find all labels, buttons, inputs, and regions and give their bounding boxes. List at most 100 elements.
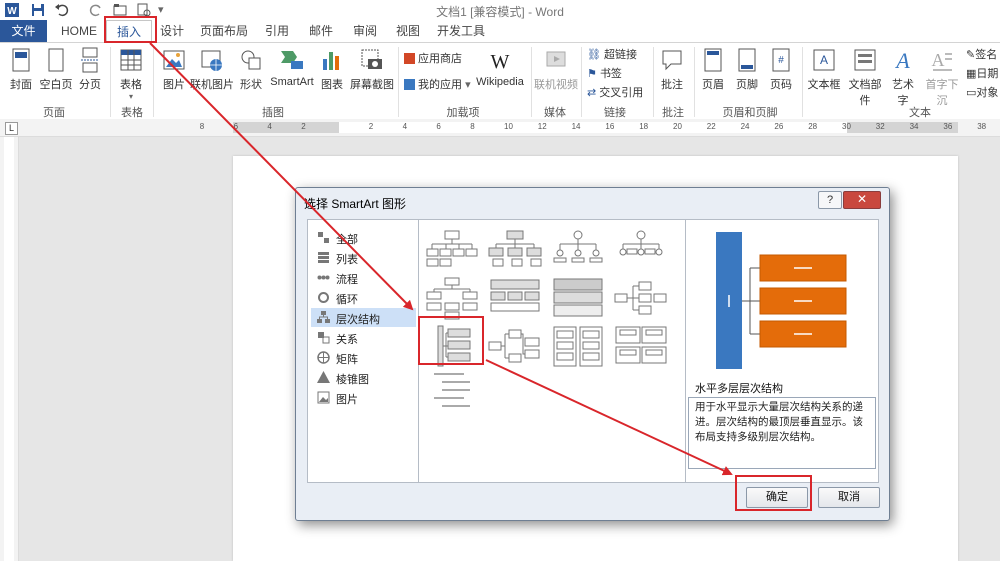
hyperlink-icon: ⛓ [587,49,601,61]
highlight-insert-tab [104,16,157,43]
chart-button[interactable]: 图表 [319,47,345,92]
smartart-button[interactable]: SmartArt [267,47,317,88]
wordart-button[interactable]: A 艺术字 [887,47,919,108]
tab-selector-icon[interactable]: L [5,122,18,135]
footer-button[interactable]: 页脚 [733,47,761,92]
ruler-text-area [339,122,847,133]
ruler-number: 30 [842,122,851,131]
ruler-number: 16 [605,122,615,131]
picture-icon [163,50,185,70]
tab-references[interactable]: 引用 [262,20,292,42]
blank-page-button[interactable]: 空白页 [38,47,74,92]
header-button[interactable]: 页眉 [699,47,727,92]
layout-thumbnail[interactable] [613,276,669,321]
vertical-ruler[interactable] [0,137,19,561]
category-list: 全部 列表 流程 循环 层次结构 关系 矩阵 棱锥图 图片 [307,219,420,483]
layout-thumbnail[interactable] [424,228,480,273]
layout-thumbnail[interactable] [550,324,606,369]
category-cycle[interactable]: 循环 [311,288,416,307]
cancel-button[interactable]: 取消 [818,487,880,508]
svg-text:A: A [894,48,910,73]
page-break-button[interactable]: 分页 [76,47,104,92]
category-matrix[interactable]: 矩阵 [311,348,416,367]
tab-view[interactable]: 视图 [393,20,423,42]
table-button[interactable]: 表格 ▾ [116,47,146,101]
online-video-icon [546,51,566,67]
drop-cap-icon: A [932,50,952,71]
layout-thumbnail[interactable] [550,276,606,321]
tab-mailings[interactable]: 邮件 [306,20,336,42]
layout-thumbnail[interactable] [424,276,480,321]
svg-text:A: A [932,50,945,70]
matrix-icon [317,351,330,364]
cover-page-button[interactable]: 封面 [6,47,36,92]
bookmark-icon: ⚑ [587,68,597,80]
tab-review[interactable]: 审阅 [350,20,380,42]
screenshot-label: 屏幕截图 [350,79,394,91]
tab-page-layout[interactable]: 页面布局 [198,20,250,42]
table-icon [120,49,142,71]
relationship-icon [318,332,330,344]
online-picture-button[interactable]: 联机图片 [190,47,234,92]
ribbon-insert: 封面 空白页 分页 页面 表格 ▾ 表格 图片 联机图片 形状 SmartArt… [0,42,1000,121]
cross-reference-icon: ⇄ [587,87,597,99]
datetime-button[interactable]: ▦日期 [966,66,998,82]
textbox-button[interactable]: A 文本框 [806,47,842,92]
ruler-number: 8 [199,122,205,131]
layout-thumbnail[interactable] [550,228,606,273]
layout-thumbnail[interactable] [613,324,669,369]
page-number-button[interactable]: # 页码 [767,47,795,92]
tab-developer[interactable]: 开发工具 [436,20,486,42]
category-hierarchy[interactable]: 层次结构 [311,308,416,327]
cycle-icon [318,292,329,303]
category-all[interactable]: 全部 [311,228,416,247]
signature-label: 签名 [975,49,998,61]
wikipedia-button[interactable]: W Wikipedia [474,47,526,88]
category-pyramid[interactable]: 棱锥图 [311,368,416,387]
online-picture-icon [201,50,222,71]
group-separator [398,47,399,117]
textbox-icon: A [813,49,835,71]
horizontal-ruler[interactable]: L 8 6 4 2 2 4 6 8 10 12 14 16 18 20 22 24 26 28 30 32 34 36 38 [0,119,1000,137]
footer-label: 页脚 [736,79,758,91]
ruler-number: 10 [504,122,513,131]
svg-text:#: # [778,55,784,66]
help-button[interactable]: ? [818,191,842,209]
screenshot-button[interactable]: 屏幕截图 [348,47,396,92]
tab-file[interactable]: 文件 [0,20,47,42]
layout-thumbnail[interactable] [613,228,669,273]
layout-thumbnail[interactable] [424,370,480,415]
store-button[interactable]: 应用商店 [404,51,462,67]
close-button[interactable]: ✕ [843,191,881,209]
ruler-number: 2 [301,122,306,131]
highlight-selected-layout [418,316,484,365]
ruler-number: 28 [808,122,818,131]
picture-button[interactable]: 图片 [160,47,188,92]
layout-thumbnail[interactable] [487,324,543,369]
category-list-item[interactable]: 列表 [311,248,416,267]
group-separator [581,47,582,117]
quick-parts-button[interactable]: 文档部件 [844,47,886,108]
object-button[interactable]: ▭对象 [966,85,998,101]
category-picture[interactable]: 图片 [311,388,416,407]
online-video-button[interactable]: 联机视频 [534,47,578,92]
ruler-number: 26 [774,122,784,131]
bookmark-button[interactable]: ⚑ 书签 [587,66,622,82]
category-relationship[interactable]: 关系 [311,328,416,347]
signature-button[interactable]: ✎签名 [966,47,997,63]
hyperlink-button[interactable]: ⛓ 超链接 [587,47,637,63]
comment-button[interactable]: 批注 [657,47,687,92]
drop-cap-button[interactable]: A 首字下沉 [921,47,963,108]
ruler-number: 18 [639,122,649,131]
tab-home[interactable]: HOME [56,20,102,42]
datetime-label: 日期 [976,68,999,80]
layout-thumbnail[interactable] [487,276,543,321]
cross-reference-button[interactable]: ⇄ 交叉引用 [587,85,643,101]
cover-page-icon [12,48,30,72]
online-picture-label: 联机图片 [190,79,234,91]
layout-thumbnail[interactable] [487,228,543,273]
my-apps-button[interactable]: 我的应用 ▾ [404,77,471,93]
category-process[interactable]: 流程 [311,268,416,287]
tab-design[interactable]: 设计 [156,20,188,42]
shapes-button[interactable]: 形状 [237,47,265,92]
